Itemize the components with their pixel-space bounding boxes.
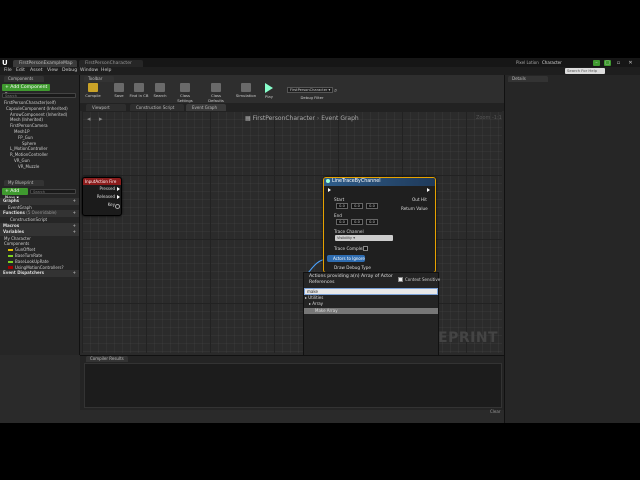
trace-channel-label: Trace Channel [334, 229, 364, 234]
unreal-logo-icon: U [2, 59, 8, 67]
variable-type-icon [8, 248, 13, 252]
maximize-icon[interactable]: □ [604, 60, 611, 66]
compile-button[interactable]: Compile [82, 83, 104, 101]
end-x-input[interactable]: 0.0 [336, 219, 348, 225]
menu-edit[interactable]: Edit [16, 67, 25, 75]
tab-event-graph[interactable]: Event Graph [186, 104, 226, 111]
add-new-button[interactable]: + Add New ▾ [2, 188, 28, 201]
breadcrumb-icon: ▦ [245, 115, 253, 122]
blueprint-watermark: EPRINT [438, 330, 499, 346]
context-menu-title: Actions providing a(n) Array of Actor Re… [309, 274, 393, 285]
menu-view[interactable]: View [47, 67, 58, 75]
out-hit-label: Out Hit [412, 197, 427, 202]
toolbar-tab[interactable]: Toolbar [84, 76, 114, 82]
menu-window[interactable]: Window [80, 67, 98, 75]
save-button[interactable]: Save [108, 83, 130, 101]
menu-file[interactable]: File [4, 67, 12, 75]
forward-arrow-icon[interactable]: ▸ [99, 115, 103, 123]
variable-type-icon [8, 254, 13, 258]
my-blueprint-list: Graphs + EventGraph Functions (5 Overrida… [0, 198, 79, 277]
input-node-title: InputAction Fire [83, 178, 121, 185]
debug-filter-label: Debug Filter [300, 95, 324, 100]
end-pin-label: End [334, 213, 342, 218]
menu-debug[interactable]: Debug [62, 67, 77, 75]
help-search-input[interactable]: Search For Help [565, 68, 605, 74]
compiler-results-tab[interactable]: Compiler Results [86, 356, 128, 362]
trace-node-title: LineTraceByChannel [324, 178, 435, 186]
search-button[interactable]: Search [149, 83, 171, 101]
start-pin-label: Start [334, 197, 345, 202]
trace-complex-checkbox[interactable] [363, 246, 368, 251]
variable-type-icon [8, 266, 13, 269]
my-blueprint-search-input[interactable]: Search [30, 189, 76, 194]
variable-type-icon [8, 260, 13, 264]
details-tab[interactable]: Details [508, 76, 548, 82]
action-search-input[interactable]: make [304, 288, 438, 295]
start-z-input[interactable]: 0.0 [366, 203, 378, 209]
tab-blueprint[interactable]: FirstPersonCharacter [79, 60, 143, 67]
search-icon[interactable]: ⌕ [334, 87, 337, 95]
end-y-input[interactable]: 0.0 [351, 219, 363, 225]
tab-map[interactable]: FirstPersonExampleMap [13, 60, 77, 67]
functions-header[interactable]: Functions (5 Overridable) + [0, 210, 79, 217]
components-tab[interactable]: Components [4, 76, 44, 82]
components-search-input[interactable]: Search [2, 93, 76, 98]
breadcrumb-root[interactable]: FirstPersonCharacter [253, 115, 315, 122]
function-icon [326, 179, 330, 183]
variables-header[interactable]: Variables + [0, 229, 79, 236]
minimize-icon[interactable]: – [593, 60, 600, 66]
add-function-icon[interactable]: + [73, 210, 76, 217]
user-name: Character [542, 60, 562, 65]
add-dispatcher-icon[interactable]: + [73, 270, 76, 277]
action-category-array[interactable]: ▸ Array [304, 301, 438, 307]
compiler-results-body [84, 363, 502, 408]
menu-asset[interactable]: Asset [30, 67, 43, 75]
trace-complex-label: Trace Complex [334, 246, 365, 251]
released-pin[interactable]: Released [83, 193, 121, 201]
context-sensitive-label: Context Sensitive [405, 277, 441, 282]
project-name: Pixel Lotion [516, 60, 539, 65]
graph-canvas[interactable] [82, 111, 502, 353]
context-sensitive-checkbox[interactable] [398, 277, 403, 282]
return-value-label: Return Value [401, 206, 428, 211]
graphs-header[interactable]: Graphs + [0, 198, 79, 205]
back-arrow-icon[interactable]: ◂ [87, 115, 91, 123]
action-make-array[interactable]: Make Array [304, 307, 438, 314]
end-z-input[interactable]: 0.0 [366, 219, 378, 225]
exec-in-pin[interactable] [328, 188, 331, 192]
input-action-node[interactable]: InputAction Fire Pressed Released Key [82, 177, 122, 216]
clear-button[interactable]: Clear [490, 409, 500, 414]
components-tree: FirstPersonCharacter(self) CapsuleCompon… [2, 100, 76, 170]
tab-viewport[interactable]: Viewport [86, 104, 126, 111]
debug-object-select[interactable]: FirstPersonCharacter ▾ [287, 87, 333, 93]
simulation-button[interactable]: Simulation [235, 83, 257, 101]
close-icon[interactable]: ✕ [627, 60, 634, 66]
exec-out-pin[interactable] [427, 188, 430, 192]
breadcrumb-leaf[interactable]: Event Graph [321, 115, 359, 122]
restore-icon[interactable]: ▫ [615, 60, 622, 66]
details-panel [504, 75, 640, 423]
my-blueprint-tab[interactable]: My Blueprint [4, 180, 44, 186]
class-defaults-button[interactable]: Class Defaults [205, 83, 227, 103]
key-pin[interactable]: Key [83, 201, 121, 209]
find-in-cb-button[interactable]: Find in CB [128, 83, 150, 101]
class-settings-button[interactable]: Class Settings [174, 83, 196, 103]
trace-channel-select[interactable]: Visibility ▾ [335, 235, 393, 241]
tree-item[interactable]: VR_Muzzle [2, 164, 76, 170]
pressed-pin[interactable]: Pressed [83, 185, 121, 193]
tree-item[interactable]: CapsuleComponent (Inherited) [2, 106, 76, 112]
event-dispatchers-header[interactable]: Event Dispatchers + [0, 270, 79, 277]
start-x-input[interactable]: 0.0 [336, 203, 348, 209]
add-variable-icon[interactable]: + [73, 229, 76, 236]
zoom-level: Zoom -1:1 [476, 115, 502, 121]
tab-construction-script[interactable]: Construction Script [130, 104, 184, 111]
breadcrumb: ▦ FirstPersonCharacter › Event Graph [245, 115, 359, 122]
start-y-input[interactable]: 0.0 [351, 203, 363, 209]
add-component-button[interactable]: + Add Component ▾ [2, 84, 50, 97]
actors-to-ignore-pin[interactable]: Actors to Ignore [327, 255, 365, 262]
play-button[interactable]: Play [258, 83, 280, 101]
draw-debug-type-label: Draw Debug Type [334, 265, 371, 270]
menu-help[interactable]: Help [101, 67, 111, 75]
add-graph-icon[interactable]: + [73, 198, 76, 205]
